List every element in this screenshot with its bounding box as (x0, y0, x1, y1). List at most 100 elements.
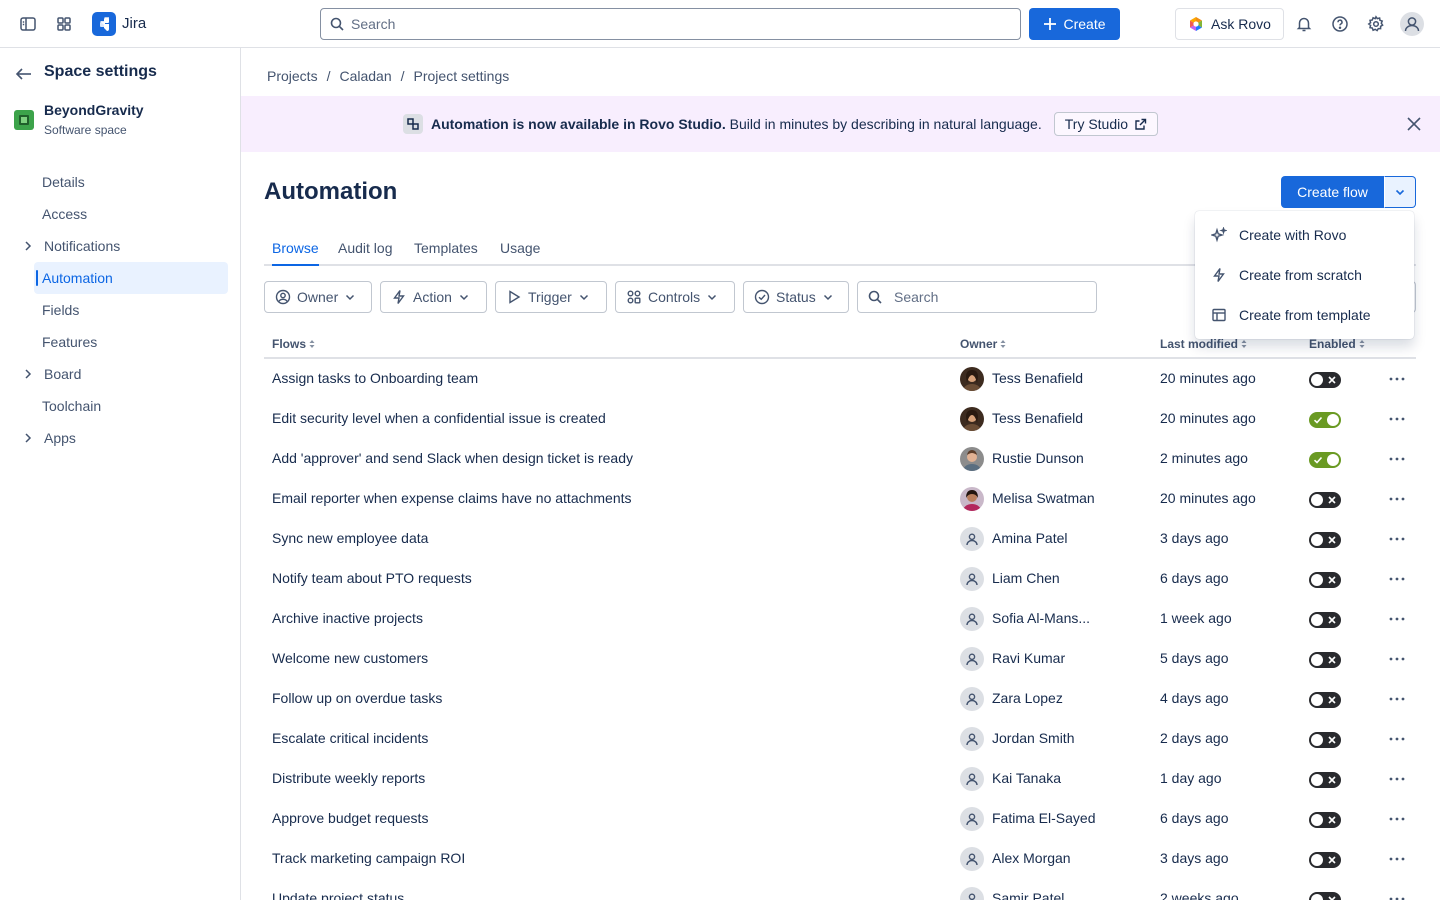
ask-rovo-button[interactable]: Ask Rovo (1175, 8, 1284, 40)
table-row[interactable]: Welcome new customers Ravi Kumar 5 days ag… (264, 639, 1416, 679)
table-row[interactable]: Archive inactive projects Sofia Al-Mans..… (264, 599, 1416, 639)
column-header-last-modified[interactable]: Last modified (1160, 337, 1248, 351)
filter-trigger[interactable]: Trigger (495, 281, 607, 313)
table-row[interactable]: Track marketing campaign ROI Alex Morgan 3… (264, 839, 1416, 879)
menu-item-create-with-rovo[interactable]: Create with Rovo (1195, 215, 1414, 255)
flow-name[interactable]: Follow up on overdue tasks (272, 690, 442, 706)
enabled-toggle[interactable] (1309, 852, 1341, 868)
table-row[interactable]: Email reporter when expense claims have … (264, 479, 1416, 519)
column-header-owner[interactable]: Owner (960, 337, 1007, 351)
more-actions-icon[interactable] (1386, 849, 1408, 869)
flow-name[interactable]: Approve budget requests (272, 810, 428, 826)
more-actions-icon[interactable] (1386, 489, 1408, 509)
flow-name[interactable]: Sync new employee data (272, 530, 428, 546)
enabled-toggle[interactable] (1309, 892, 1341, 900)
try-studio-button[interactable]: Try Studio (1053, 112, 1159, 136)
back-arrow-icon[interactable] (14, 64, 34, 84)
enabled-toggle[interactable] (1309, 612, 1341, 628)
more-actions-icon[interactable] (1386, 689, 1408, 709)
more-actions-icon[interactable] (1386, 609, 1408, 629)
enabled-toggle[interactable] (1309, 452, 1341, 468)
table-row[interactable]: Edit security level when a confidential … (264, 399, 1416, 439)
sidebar-item-details[interactable]: Details (34, 166, 228, 198)
more-actions-icon[interactable] (1386, 649, 1408, 669)
more-actions-icon[interactable] (1386, 529, 1408, 549)
create-flow-dropdown-toggle[interactable] (1384, 176, 1416, 208)
filter-controls[interactable]: Controls (615, 281, 735, 313)
enabled-toggle[interactable] (1309, 692, 1341, 708)
enabled-toggle[interactable] (1309, 652, 1341, 668)
table-row[interactable]: Sync new employee data Amina Patel 3 days … (264, 519, 1416, 559)
flow-search-input[interactable]: Search (857, 281, 1097, 313)
app-switcher-icon[interactable] (48, 8, 80, 40)
filter-status[interactable]: Status (743, 281, 849, 313)
table-row[interactable]: Distribute weekly reports Kai Tanaka 1 day… (264, 759, 1416, 799)
table-row[interactable]: Assign tasks to Onboarding team Tess Bena… (264, 359, 1416, 399)
more-actions-icon[interactable] (1386, 369, 1408, 389)
enabled-toggle[interactable] (1309, 772, 1341, 788)
more-actions-icon[interactable] (1386, 729, 1408, 749)
create-flow-button[interactable]: Create flow (1281, 176, 1384, 208)
flow-name[interactable]: Edit security level when a confidential … (272, 410, 606, 426)
help-icon[interactable] (1324, 8, 1356, 40)
sidebar-item-board[interactable]: Board (34, 358, 228, 390)
app-name[interactable]: Jira (122, 15, 146, 32)
enabled-toggle[interactable] (1309, 492, 1341, 508)
filter-action[interactable]: Action (380, 281, 487, 313)
enabled-toggle[interactable] (1309, 532, 1341, 548)
tab-browse[interactable]: Browse (272, 240, 319, 266)
flow-name[interactable]: Email reporter when expense claims have … (272, 490, 632, 506)
global-search-input[interactable]: Search (320, 8, 1021, 40)
enabled-toggle[interactable] (1309, 372, 1341, 388)
enabled-toggle[interactable] (1309, 732, 1341, 748)
table-row[interactable]: Update project status Samir Patel 2 weeks … (264, 879, 1416, 900)
enabled-toggle[interactable] (1309, 412, 1341, 428)
sidebar-item-apps[interactable]: Apps (34, 422, 228, 454)
more-actions-icon[interactable] (1386, 809, 1408, 829)
sidebar-item-access[interactable]: Access (34, 198, 228, 230)
jira-logo-icon[interactable] (92, 12, 116, 36)
breadcrumb-projects[interactable]: Projects (267, 68, 318, 84)
flow-name[interactable]: Escalate critical incidents (272, 730, 428, 746)
flow-name[interactable]: Update project status (272, 890, 404, 900)
more-actions-icon[interactable] (1386, 409, 1408, 429)
profile-avatar-icon[interactable] (1396, 8, 1428, 40)
breadcrumb-current[interactable]: Project settings (414, 68, 510, 84)
tab-audit-log[interactable]: Audit log (338, 240, 392, 264)
table-row[interactable]: Follow up on overdue tasks Zara Lopez 4 da… (264, 679, 1416, 719)
flow-name[interactable]: Assign tasks to Onboarding team (272, 370, 478, 386)
enabled-toggle[interactable] (1309, 812, 1341, 828)
table-row[interactable]: Add 'approver' and send Slack when desig… (264, 439, 1416, 479)
tab-templates[interactable]: Templates (414, 240, 478, 264)
sidebar-item-toolchain[interactable]: Toolchain (34, 390, 228, 422)
breadcrumb-project[interactable]: Caladan (339, 68, 391, 84)
settings-gear-icon[interactable] (1360, 8, 1392, 40)
flow-name[interactable]: Welcome new customers (272, 650, 428, 666)
column-header-flows[interactable]: Flows (272, 337, 316, 351)
tab-usage[interactable]: Usage (500, 240, 540, 264)
column-header-enabled[interactable]: Enabled (1309, 337, 1366, 351)
enabled-toggle[interactable] (1309, 572, 1341, 588)
flow-name[interactable]: Track marketing campaign ROI (272, 850, 465, 866)
table-row[interactable]: Escalate critical incidents Jordan Smith 2… (264, 719, 1416, 759)
notifications-bell-icon[interactable] (1288, 8, 1320, 40)
menu-item-create-from-template[interactable]: Create from template (1195, 295, 1414, 335)
close-icon[interactable] (1404, 114, 1424, 134)
flow-name[interactable]: Notify team about PTO requests (272, 570, 472, 586)
sidebar-toggle-icon[interactable] (12, 8, 44, 40)
table-row[interactable]: Notify team about PTO requests Liam Chen 6… (264, 559, 1416, 599)
flow-name[interactable]: Distribute weekly reports (272, 770, 425, 786)
more-actions-icon[interactable] (1386, 889, 1408, 900)
sidebar-item-features[interactable]: Features (34, 326, 228, 358)
sidebar-item-automation[interactable]: Automation (34, 262, 228, 294)
more-actions-icon[interactable] (1386, 569, 1408, 589)
more-actions-icon[interactable] (1386, 449, 1408, 469)
filter-owner[interactable]: Owner (264, 281, 372, 313)
sidebar-item-fields[interactable]: Fields (34, 294, 228, 326)
menu-item-create-from-scratch[interactable]: Create from scratch (1195, 255, 1414, 295)
table-row[interactable]: Approve budget requests Fatima El-Sayed 6 … (264, 799, 1416, 839)
sidebar-item-notifications[interactable]: Notifications (34, 230, 228, 262)
flow-name[interactable]: Add 'approver' and send Slack when desig… (272, 450, 633, 466)
create-button[interactable]: Create (1029, 8, 1120, 40)
more-actions-icon[interactable] (1386, 769, 1408, 789)
